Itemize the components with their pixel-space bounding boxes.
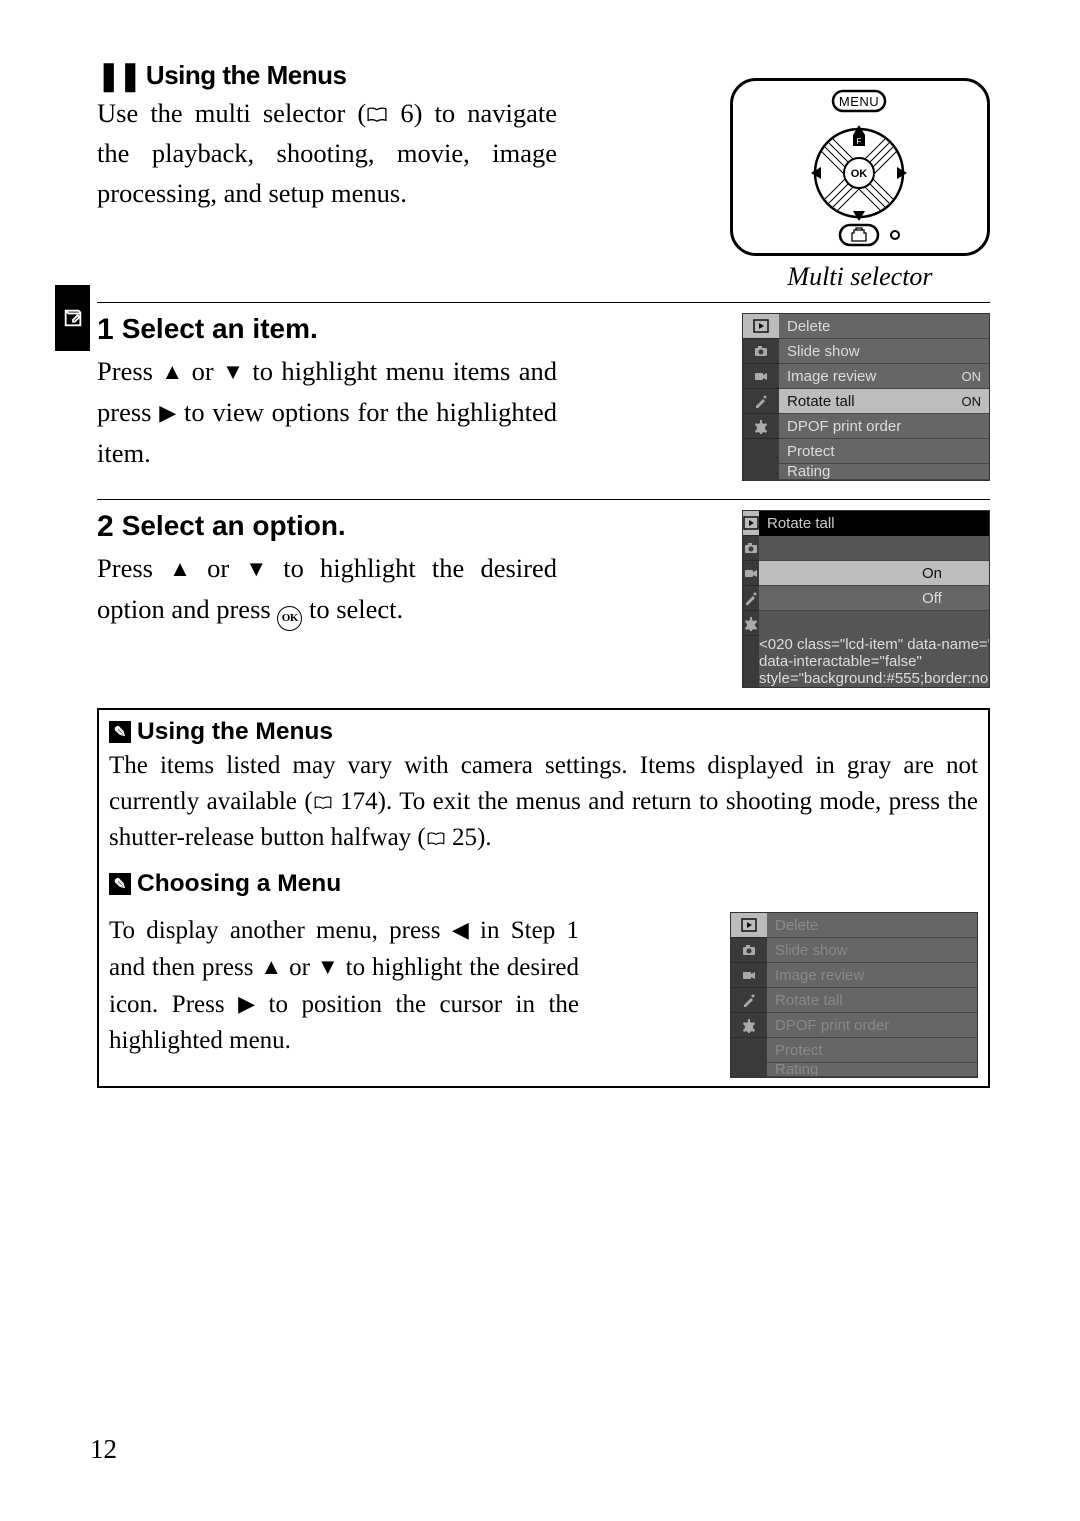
menu-item: Protect	[779, 439, 989, 464]
pencil-icon: ✎	[109, 873, 131, 895]
right-arrow-icon: ▶	[238, 986, 255, 1022]
playback-icon	[743, 314, 779, 339]
bars-icon: ❚❚	[97, 66, 140, 86]
up-arrow-icon: ▲	[161, 352, 183, 392]
menu-item: Slide show	[779, 339, 989, 364]
menu-item: Image review	[767, 963, 977, 988]
svg-text:OK: OK	[851, 168, 868, 180]
retouch-icon	[743, 586, 759, 611]
menu-item-highlighted: Rotate tallON	[779, 389, 989, 414]
lcd-screenshot-2: Rotate tall On Off <020 class="lcd-item"…	[742, 510, 990, 688]
note-paragraph: To display another menu, press ◀ in Step…	[109, 912, 579, 1059]
lcd-title: Rotate tall	[759, 511, 990, 536]
setup-icon	[743, 414, 779, 439]
setup-icon	[743, 611, 759, 636]
playback-icon	[731, 913, 767, 938]
menu-item: Slide show	[767, 938, 977, 963]
retouch-icon	[743, 389, 779, 414]
movie-icon	[743, 561, 759, 586]
lcd-screenshot-1: Delete Slide show Image reviewON Rotate …	[742, 313, 990, 481]
menu-item: Image reviewON	[779, 364, 989, 389]
section-title-text: Using the Menus	[146, 60, 347, 91]
note-box: ✎ Using the Menus The items listed may v…	[97, 708, 990, 1088]
up-arrow-icon: ▲	[169, 549, 191, 589]
note-title-text: Using the Menus	[137, 718, 333, 746]
menu-item: Delete	[779, 314, 989, 339]
menu-item: Rating	[767, 1063, 977, 1077]
pencil-icon: ✎	[109, 721, 131, 743]
setup-icon	[731, 1013, 767, 1038]
book-icon	[426, 832, 446, 846]
multi-selector-diagram: MENU F OK	[730, 78, 990, 292]
step-number: 2	[97, 510, 114, 544]
down-arrow-icon: ▼	[222, 352, 244, 392]
divider	[97, 302, 990, 303]
step-body: Press ▲ or ▼ to highlight menu items and…	[97, 351, 557, 473]
up-arrow-icon: ▲	[260, 949, 282, 985]
right-arrow-icon: ▶	[159, 393, 176, 433]
menu-item: Rating	[779, 464, 989, 480]
lcd-screenshot-3: Delete Slide show Image review Rotate ta…	[730, 912, 978, 1078]
note-paragraph: The items listed may vary with camera se…	[109, 748, 978, 856]
menu-item: Rotate tall	[767, 988, 977, 1013]
selector-svg: MENU F OK	[745, 85, 975, 250]
note-title-text: Choosing a Menu	[137, 870, 341, 898]
side-tab	[55, 285, 90, 351]
menu-item: Protect	[767, 1038, 977, 1063]
shooting-icon	[743, 536, 759, 561]
step-title: Select an option.	[122, 510, 346, 544]
shooting-icon	[743, 339, 779, 364]
shooting-icon	[731, 938, 767, 963]
selector-caption: Multi selector	[730, 262, 990, 292]
step-number: 1	[97, 313, 114, 347]
ok-icon: OK	[277, 606, 302, 631]
book-icon	[313, 796, 333, 810]
retouch-icon	[731, 988, 767, 1013]
svg-text:MENU: MENU	[839, 94, 879, 109]
step-title: Select an item.	[122, 313, 318, 347]
menu-item	[759, 611, 990, 636]
section-title: ❚❚ Using the Menus	[97, 60, 557, 91]
menu-item	[759, 536, 990, 561]
down-arrow-icon: ▼	[245, 549, 267, 589]
menu-item: DPOF print order	[779, 414, 989, 439]
menu-item: DPOF print order	[767, 1013, 977, 1038]
menu-item: Off	[759, 586, 990, 611]
book-icon	[366, 107, 388, 123]
menu-item: Delete	[767, 913, 977, 938]
down-arrow-icon: ▼	[317, 949, 339, 985]
svg-text:F: F	[857, 137, 862, 146]
left-arrow-icon: ◀	[452, 912, 469, 948]
note-icon	[62, 307, 84, 329]
intro-paragraph: Use the multi selector ( 6) to navigate …	[97, 93, 557, 213]
divider	[97, 499, 990, 500]
step-body: Press ▲ or ▼ to highlight the desired op…	[97, 548, 557, 631]
movie-icon	[731, 963, 767, 988]
page-number: 12	[90, 1434, 117, 1465]
playback-icon	[743, 511, 759, 536]
movie-icon	[743, 364, 779, 389]
menu-item-highlighted: On	[759, 561, 990, 586]
